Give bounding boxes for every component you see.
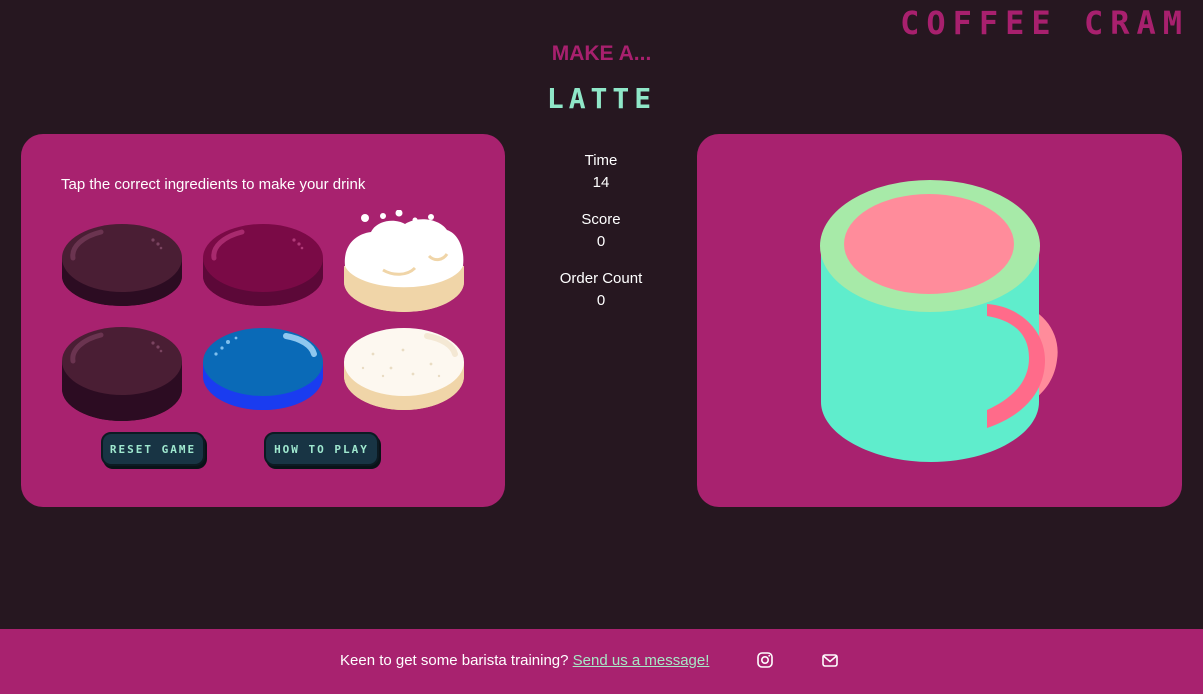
latte-mug-icon [820, 180, 1058, 462]
ingredient-whipped-cream[interactable] [343, 210, 465, 330]
cup-panel [697, 134, 1182, 507]
footer: Keen to get some barista training? Send … [0, 629, 1203, 694]
footer-message: Keen to get some barista training? Send … [340, 652, 709, 669]
how-to-play-button[interactable]: HOW TO PLAY [264, 432, 379, 466]
dark-coffee-disc-icon [62, 224, 182, 306]
dark-coffee-disc-icon [62, 327, 182, 421]
order-count-label: Order Count [559, 270, 643, 287]
reset-game-button[interactable]: RESET GAME [101, 432, 205, 466]
stats-panel: Time 14 Score 0 Order Count 0 [520, 150, 682, 327]
whipped-cream-disc-icon [344, 210, 464, 312]
ingredient-sugar[interactable] [343, 324, 465, 416]
time-label: Time [584, 152, 618, 169]
ingredient-dark-coffee-2[interactable] [61, 317, 183, 425]
score-value: 0 [596, 233, 606, 250]
instructions-text: Tap the correct ingredients to make your… [61, 176, 366, 193]
score-label: Score [581, 211, 621, 228]
sugar-disc-icon [344, 328, 464, 410]
instagram-icon[interactable] [756, 651, 774, 669]
time-value: 14 [592, 174, 610, 191]
drink-name: LATTE [546, 82, 657, 115]
order-prompt: MAKE A... [551, 42, 652, 65]
send-message-link[interactable]: Send us a message! [573, 652, 710, 669]
ingredient-berry-syrup[interactable] [202, 218, 324, 328]
ingredients-panel: Tap the correct ingredients to make your… [21, 134, 505, 507]
footer-text: Keen to get some barista training? [340, 652, 569, 669]
berry-syrup-disc-icon [203, 224, 323, 306]
email-icon[interactable] [821, 651, 839, 669]
ingredient-blue-syrup[interactable] [202, 324, 324, 416]
ingredient-dark-coffee-1[interactable] [61, 218, 183, 328]
blue-syrup-disc-icon [203, 328, 323, 410]
order-count-value: 0 [596, 292, 606, 309]
brand-logo: COFFEE CRAM [900, 4, 1189, 42]
